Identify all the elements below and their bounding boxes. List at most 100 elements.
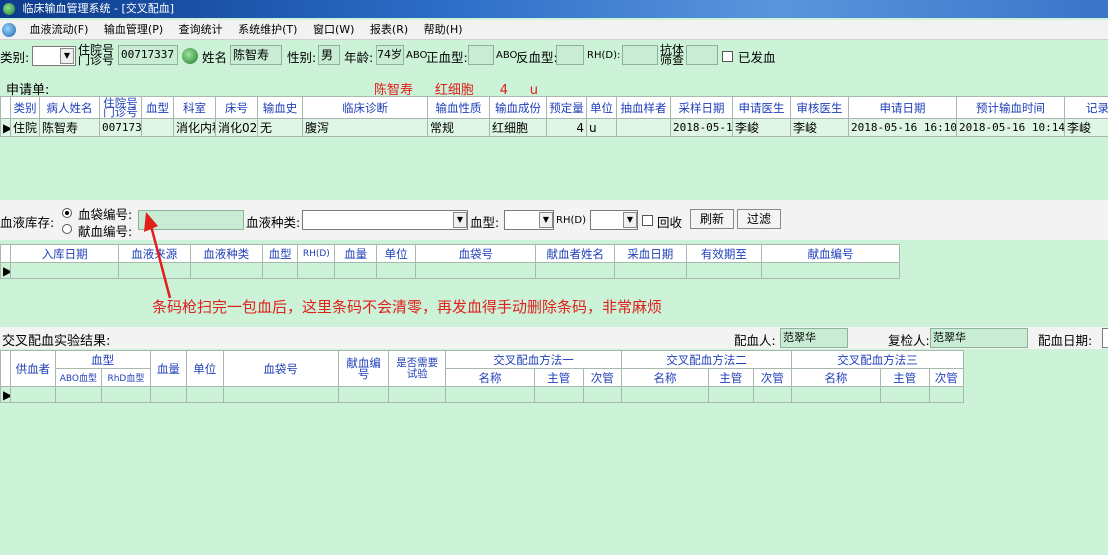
category-label: 类别: — [0, 50, 30, 65]
cell-blood-type — [141, 118, 174, 137]
crossmatch-header-m2-major[interactable]: 主管 — [708, 368, 754, 387]
category-dropdown-icon[interactable]: ▼ — [60, 48, 74, 64]
crossmatch-header-bag-no[interactable]: 血袋号 — [222, 350, 339, 387]
abo-forward-field[interactable] — [468, 45, 494, 65]
request-header-requesting-doctor[interactable]: 申请医生 — [732, 96, 791, 119]
patient-name-field[interactable]: 陈智寿 — [230, 45, 282, 65]
reviewer-field[interactable]: 范翠华 — [930, 328, 1028, 348]
request-header-reviewing-doctor[interactable]: 审核医生 — [790, 96, 849, 119]
stock-header-volume[interactable]: 血量 — [334, 244, 377, 263]
crossmatch-header-m3-name[interactable]: 名称 — [790, 368, 881, 387]
menu-blood-flow[interactable]: 血液流动(F) — [24, 20, 95, 40]
crossmatch-header-method-1[interactable]: 交叉配血方法一 — [445, 350, 623, 369]
stock-header-donation-no[interactable]: 献血编号 — [761, 244, 900, 263]
stock-header-unit[interactable]: 单位 — [375, 244, 417, 263]
crossmatch-header-method-3[interactable]: 交叉配血方法三 — [790, 350, 965, 369]
request-header-unit[interactable]: 单位 — [586, 96, 617, 119]
blood-group-dropdown-icon[interactable]: ▼ — [539, 212, 553, 228]
crossmatch-header-donor[interactable]: 供血者 — [10, 350, 56, 387]
crossmatch-header-m3-minor[interactable]: 次管 — [928, 368, 964, 387]
stock-header-collect-date[interactable]: 采血日期 — [614, 244, 687, 263]
cell-patient-name: 陈智寿 — [39, 118, 100, 137]
cell-category: 住院 — [10, 118, 40, 137]
request-header-inpatient-no[interactable]: 住院号 门诊号 — [99, 96, 142, 119]
crossmatch-header-m1-minor[interactable]: 次管 — [582, 368, 623, 387]
menu-reports[interactable]: 报表(R) — [364, 20, 414, 40]
menu-system-maintenance[interactable]: 系统维护(T) — [232, 20, 303, 40]
request-header-component[interactable]: 输血成份 — [489, 96, 547, 119]
rh-field[interactable] — [622, 45, 658, 65]
crossmatch-header-abo[interactable]: ABO血型 — [54, 368, 103, 387]
antibody-screen-field[interactable] — [686, 45, 718, 65]
crossmatch-date-field[interactable] — [1102, 328, 1108, 348]
crossmatch-header-donation-no[interactable]: 献血编号 — [337, 350, 390, 387]
menu-query-statistics[interactable]: 查询统计 — [173, 20, 229, 40]
abo-reverse-field[interactable] — [556, 45, 584, 65]
sex-field[interactable]: 男 — [318, 45, 340, 65]
donor-number-radio-label: 献血编号: — [78, 224, 133, 239]
table-row[interactable]: ▶ — [0, 262, 900, 279]
request-header-patient-name[interactable]: 病人姓名 — [39, 96, 100, 119]
stock-label: 血液库存: — [0, 215, 55, 230]
request-header-record[interactable]: 记录 — [1064, 96, 1108, 119]
request-header-planned-qty[interactable]: 预定量 — [546, 96, 587, 119]
bag-number-radio[interactable] — [62, 208, 72, 218]
window-title-bar: 临床输血管理系统 - [交叉配血] — [0, 0, 1108, 18]
stock-header-expiry[interactable]: 有效期至 — [685, 244, 763, 263]
row-pointer-icon: ▶ — [0, 262, 12, 279]
stock-header-donor-name[interactable]: 献血者姓名 — [535, 244, 616, 263]
cell-record: 李峻 — [1064, 118, 1108, 137]
request-header-request-date[interactable]: 申请日期 — [848, 96, 957, 119]
request-header-sample-date[interactable]: 采样日期 — [670, 96, 733, 119]
donor-number-radio[interactable] — [62, 224, 72, 234]
request-header-diagnosis[interactable]: 临床诊断 — [302, 96, 428, 119]
crossmatch-header-m3-major[interactable]: 主管 — [879, 368, 930, 387]
recycle-checkbox[interactable] — [642, 215, 653, 226]
stock-header-in-date[interactable]: 入库日期 — [10, 244, 120, 263]
crossmatch-header-rhd[interactable]: RhD血型 — [101, 368, 151, 387]
blood-type-dropdown-icon[interactable]: ▼ — [453, 212, 467, 228]
crossmatch-header-m1-major[interactable]: 主管 — [534, 368, 584, 387]
issued-label: 已发血 — [738, 50, 776, 65]
request-header-sampler[interactable]: 抽血样者 — [616, 96, 671, 119]
issued-checkbox[interactable] — [722, 51, 733, 62]
age-field[interactable]: 74岁 — [376, 45, 404, 65]
matcher-field[interactable]: 范翠华 — [780, 328, 848, 348]
stock-cell — [375, 262, 417, 279]
inpatient-number-input[interactable]: 00717337 — [118, 45, 178, 65]
request-header-category[interactable]: 类别 — [10, 96, 40, 119]
crossmatch-section-title: 交叉配血实验结果: — [2, 334, 111, 349]
blood-type-select[interactable] — [302, 210, 468, 230]
stock-header-blood-group[interactable]: 血型 — [261, 244, 299, 263]
crossmatch-cell — [790, 386, 881, 403]
request-header-bed-no[interactable]: 床号 — [215, 96, 258, 119]
request-header-transfusion-nature[interactable]: 输血性质 — [427, 96, 490, 119]
crossmatch-header-volume[interactable]: 血量 — [149, 350, 188, 387]
crossmatch-header-m1-name[interactable]: 名称 — [445, 368, 536, 387]
cell-reviewing-doctor: 李峻 — [790, 118, 849, 137]
request-header-department[interactable]: 科室 — [173, 96, 216, 119]
filter-button[interactable]: 过滤 — [737, 209, 781, 229]
menu-help[interactable]: 帮助(H) — [418, 20, 469, 40]
table-row[interactable]: ▶ — [0, 386, 964, 403]
refresh-button[interactable]: 刷新 — [690, 209, 734, 229]
crossmatch-header-blood-group[interactable]: 血型 — [54, 350, 151, 369]
crossmatch-header-method-2[interactable]: 交叉配血方法二 — [621, 350, 792, 369]
request-header-transfusion-history[interactable]: 输血史 — [257, 96, 303, 119]
request-header-expected-time[interactable]: 预计输血时间 — [956, 96, 1065, 119]
stock-header-type[interactable]: 血液种类 — [189, 244, 263, 263]
crossmatch-header-m2-minor[interactable]: 次管 — [752, 368, 792, 387]
table-row[interactable]: ▶ 住院 陈智寿 007173 消化内科 消化02 无 腹泻 常规 红细胞 4 … — [0, 118, 1108, 137]
menu-logo-icon[interactable] — [2, 23, 16, 37]
crossmatch-header-unit[interactable]: 单位 — [186, 350, 224, 387]
request-header-blood-type[interactable]: 血型 — [141, 96, 174, 119]
stock-header-bag-no[interactable]: 血袋号 — [415, 244, 537, 263]
stock-header-rh[interactable]: RH(D) — [297, 244, 336, 263]
menu-transfusion-management[interactable]: 输血管理(P) — [98, 20, 169, 40]
menu-window[interactable]: 窗口(W) — [307, 20, 360, 40]
crossmatch-header-test-required[interactable]: 是否需要试验 — [388, 350, 447, 387]
patient-lookup-icon[interactable] — [182, 48, 198, 64]
crossmatch-header-m2-name[interactable]: 名称 — [621, 368, 709, 387]
stock-rh-dropdown-icon[interactable]: ▼ — [623, 212, 637, 228]
cell-planned-qty: 4 — [546, 118, 587, 137]
